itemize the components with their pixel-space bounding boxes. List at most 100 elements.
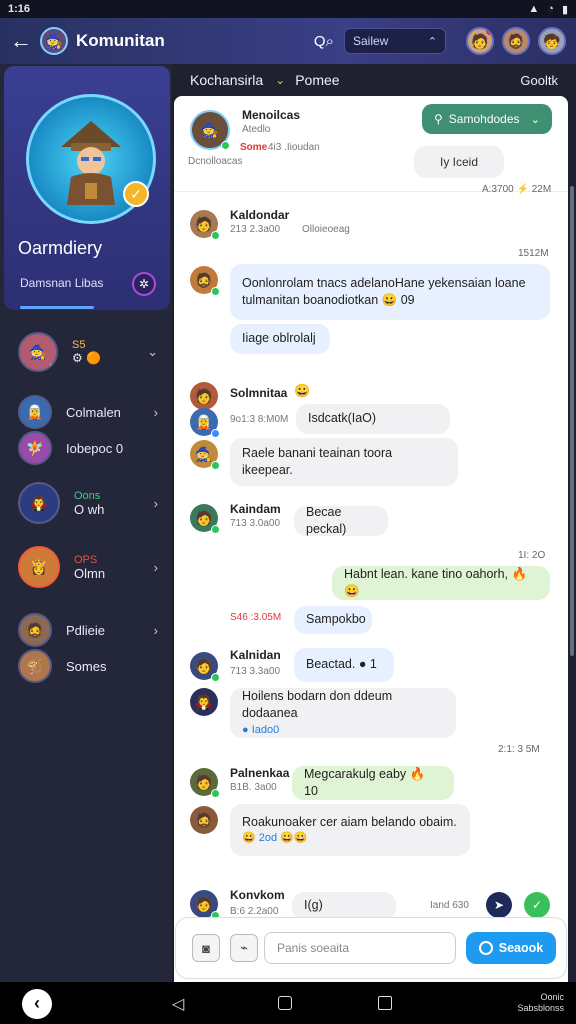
sidebar-item-title: S5: [72, 339, 86, 351]
message-avatar[interactable]: 🧑: [190, 382, 218, 410]
send-button[interactable]: Seaook: [466, 932, 556, 964]
sidebar-avatar: 👸: [18, 546, 60, 588]
profile-name: Oarmdiery: [18, 238, 103, 258]
user-avatar-2[interactable]: 🧔: [502, 27, 530, 55]
sidebar-item-title: Pdlieie: [66, 622, 106, 638]
back-arrow-icon[interactable]: ←: [10, 28, 34, 54]
message-avatar[interactable]: 🧔: [190, 806, 218, 834]
sidebar-item[interactable]: 🐒 Somes: [0, 646, 172, 686]
user-avatar-3[interactable]: 🧒: [538, 27, 566, 55]
sidebar: ✓ Oarmdiery Damsnan Libas ✲ 🧙 S5 ⚙ 🟠 ⌄ 🧝…: [0, 64, 172, 982]
search-dropdown-label: Sailew: [353, 34, 389, 48]
message-chip[interactable]: Iiage oblrolalj: [230, 324, 330, 354]
status-icons: ▲ ◔ ▮: [528, 3, 568, 16]
message-bubble: Beactad. ● 1: [294, 648, 394, 682]
message-avatar[interactable]: 🧛: [190, 688, 218, 716]
sidebar-item-sub: O wh: [74, 501, 105, 517]
sort-chevron-icon[interactable]: ⌄: [275, 73, 285, 87]
pinned-tag: Some: [240, 142, 268, 153]
sidebar-item[interactable]: 🧛 Oons O wh ›: [0, 478, 172, 528]
chevron-down-icon[interactable]: ⌄: [147, 344, 158, 360]
chat-panel: 🧙 Menoilcas Atedlo Some 4i3 .Iioudan Dcn…: [174, 96, 568, 982]
wifi-icon: ◔: [547, 3, 554, 15]
message-input[interactable]: Panis soeaita: [264, 932, 456, 964]
message-text: Roakunoaker cer aiam belando obaim.: [242, 814, 457, 829]
message-avatar[interactable]: 🧔: [190, 266, 220, 296]
message-avatar[interactable]: 🧝: [190, 408, 220, 438]
profile-card[interactable]: ✓ Oarmdiery Damsnan Libas ✲: [4, 66, 170, 310]
system-nav-bar: ‹ ◁ Oonic Sabsblonss: [0, 982, 576, 1024]
chevron-right-icon[interactable]: ›: [154, 560, 158, 575]
sidebar-avatar: 🧔: [18, 613, 52, 647]
scrollbar-thumb[interactable]: [570, 186, 574, 656]
camera-icon[interactable]: ◙: [192, 934, 220, 962]
sidebar-avatar: 🐒: [18, 649, 52, 683]
message-avatar[interactable]: 🧑: [190, 504, 220, 534]
chevron-right-icon[interactable]: ›: [154, 405, 158, 420]
attach-icon[interactable]: ⌁: [230, 934, 258, 962]
pinned-action-button[interactable]: ⚲ Samohdodes ⌄: [422, 104, 552, 134]
message-meta: 713 3.3a00: [230, 666, 281, 677]
profile-action-icon[interactable]: ✲: [132, 272, 156, 296]
message-bubble: Becae peckal): [294, 505, 388, 536]
message-time: 2:1: 3 5M: [498, 744, 540, 755]
message-meta: B1B. 3a00: [230, 782, 277, 793]
chevron-up-icon: ⌃: [427, 35, 437, 48]
status-time: 1:16: [8, 3, 31, 15]
sidebar-item[interactable]: 🧝 Colmalen ›: [0, 392, 172, 432]
sidebar-item[interactable]: 🧚 Iobepoc 0: [0, 428, 172, 468]
message-author: Kaindam: [230, 502, 281, 516]
battery-icon: ▮: [561, 3, 568, 16]
app-title: Komunitan: [76, 31, 165, 50]
pinned-time: A:3700 ⚡ 22M: [482, 184, 552, 195]
message-avatar[interactable]: 🧑: [190, 890, 220, 920]
nav-triangle-icon[interactable]: ◁: [172, 994, 184, 1014]
profile-subtitle: Damsnan Libas: [20, 276, 104, 290]
nav-recent-icon[interactable]: [378, 996, 392, 1010]
message-avatar[interactable]: 🧑: [190, 768, 220, 798]
scrollbar[interactable]: [568, 96, 576, 982]
hero-avatar: ✓: [26, 94, 156, 224]
nav-home-icon[interactable]: [278, 996, 292, 1010]
message-time: 1512M: [518, 248, 549, 259]
message-bubble: Oonlonrolam tnacs adelanoHane yekensaian…: [230, 264, 550, 320]
key-icon: ⚲: [434, 112, 443, 126]
user-avatar-1[interactable]: 🧑: [466, 27, 494, 55]
message-text: Raele banani teainan toora ikeepear.: [242, 445, 393, 478]
sidebar-item-title: Colmalen: [66, 404, 121, 420]
sidebar-avatar: 🧛: [18, 482, 60, 524]
smile-icon: 😀: [294, 383, 311, 398]
search-icon[interactable]: Q⌕: [314, 33, 334, 50]
sidebar-item[interactable]: 🧔 Pdlieie ›: [0, 610, 172, 650]
message-bubble: Sampokbo: [294, 606, 372, 634]
sidebar-item[interactable]: 🧙 S5 ⚙ 🟠 ⌄: [0, 328, 172, 376]
message-time: 1I: 2O: [518, 550, 546, 561]
sidebar-item[interactable]: 👸 OPS Olmn ›: [0, 542, 172, 592]
message-avatar[interactable]: 🧑: [190, 210, 220, 240]
send-arrow-icon[interactable]: ➤: [486, 892, 512, 918]
community-avatar[interactable]: 🧙: [40, 27, 68, 55]
channel-title: Kochansirla: [190, 72, 264, 88]
pinned-message: 🧙 Menoilcas Atedlo Some 4i3 .Iioudan Dcn…: [174, 96, 568, 195]
chevron-right-icon[interactable]: ›: [154, 623, 158, 638]
pinned-avatar[interactable]: 🧙: [190, 110, 230, 150]
sort-label[interactable]: Pomee: [295, 72, 339, 88]
message-avatar[interactable]: 🧙: [190, 440, 220, 470]
search-dropdown[interactable]: Sailew ⌃: [344, 28, 446, 54]
nav-back-icon[interactable]: ‹: [22, 989, 52, 1019]
top-app-bar: ← 🧙 Komunitan Q⌕ Sailew ⌃ 🧑 🧔 🧒: [0, 18, 576, 64]
pinned-action-label: Samohdodes: [448, 112, 520, 126]
sidebar-avatar: 🧚: [18, 431, 52, 465]
pinned-secondary-button[interactable]: Iy Iceid: [414, 146, 504, 178]
message-author: Kaldondar: [230, 208, 290, 222]
chevron-right-icon[interactable]: ›: [154, 496, 158, 511]
pinned-desc: Dcnolloacas: [188, 156, 243, 167]
message-avatar[interactable]: 🧑: [190, 652, 220, 682]
pinned-name: Menoilcas: [242, 108, 301, 122]
check-icon[interactable]: ✓: [524, 892, 550, 918]
message-subtext: 😀 2od 😀😀: [242, 832, 308, 845]
chevron-down-icon: ⌄: [530, 113, 540, 126]
chat-header: Kochansirla ⌄ Pomee Gooltk: [172, 64, 576, 96]
message-bubble: Raele banani teainan toora ikeepear.: [230, 438, 458, 486]
header-action[interactable]: Gooltk: [520, 73, 558, 88]
